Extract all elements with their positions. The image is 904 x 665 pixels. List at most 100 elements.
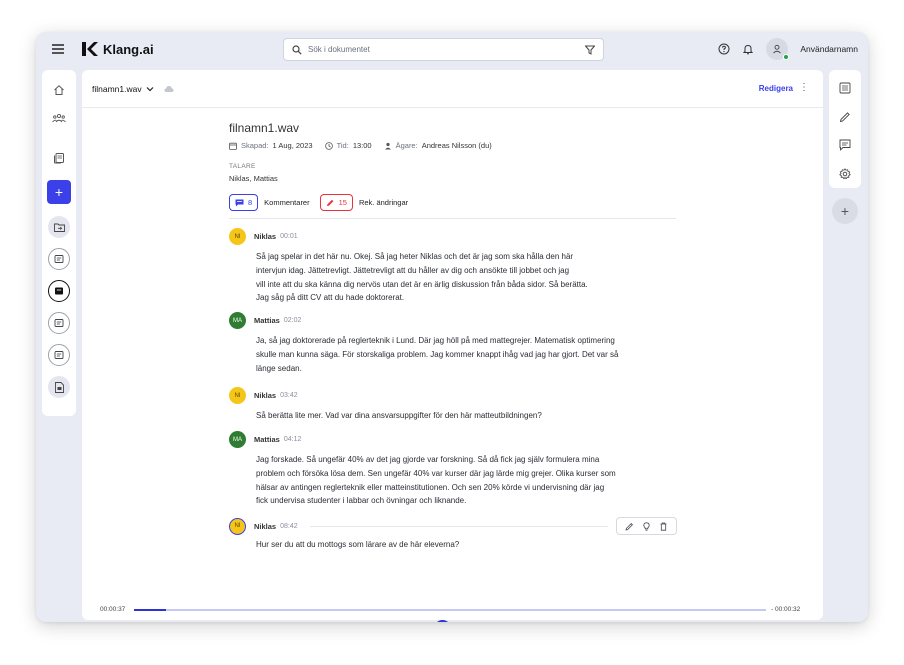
text-line: Hur ser du att du mottogs som lärare av … <box>256 540 460 549</box>
file-export-button[interactable] <box>48 376 70 398</box>
segment-header: NI Niklas 03:42 <box>229 387 689 404</box>
home-icon[interactable] <box>49 80 69 100</box>
avatar[interactable] <box>766 38 790 60</box>
person-icon <box>384 142 391 149</box>
document-icon <box>54 351 64 359</box>
segment-header: NI Niklas 00:01 <box>229 228 689 245</box>
created-time: Tid: 13:00 <box>324 141 372 150</box>
segment-header: MA Mattias 04:12 <box>229 431 689 448</box>
playback-progress[interactable] <box>134 609 766 611</box>
list-view-icon[interactable] <box>839 82 851 94</box>
add-panel-button[interactable]: + <box>832 198 858 224</box>
search-input[interactable]: Sök i dokumentet <box>283 38 604 61</box>
text-line: Ja, så jag doktorerade på reglerteknik i… <box>256 336 615 345</box>
speaker-avatar: MA <box>229 312 246 329</box>
filename-label: filnamn1.wav <box>92 84 142 94</box>
speaker-name[interactable]: Mattias <box>254 316 280 325</box>
segment-text[interactable]: Jag forskade. Så ungefär 40% av det jag … <box>256 453 689 508</box>
filter-icon[interactable] <box>585 45 595 55</box>
speakers-label: TALARE <box>229 163 256 170</box>
document-panel: filnamn1.wav Redigera ⋮ filnamn1.wav Ska… <box>82 70 823 622</box>
document-header: filnamn1.wav Redigera ⋮ <box>82 70 823 108</box>
new-document-button[interactable]: + <box>47 180 71 204</box>
changes-label[interactable]: Rek. ändringar <box>359 198 408 207</box>
comment-icon <box>235 199 244 206</box>
comments-label[interactable]: Kommentarer <box>264 198 309 207</box>
recent-document-2-active[interactable] <box>48 280 70 302</box>
pencil-icon <box>326 199 334 206</box>
transcript-segment[interactable]: NI Niklas 03:42 Så berätta lite mer. Vad… <box>229 387 689 423</box>
speaker-name[interactable]: Niklas <box>254 391 276 400</box>
speaker-name[interactable]: Niklas <box>254 232 276 241</box>
online-status-dot <box>783 54 790 60</box>
text-line: länge sedan. <box>256 363 302 373</box>
segment-text[interactable]: Så jag spelar in det här nu. Okej. Så ja… <box>256 250 689 305</box>
play-button[interactable] <box>434 620 451 622</box>
right-sidebar <box>829 70 861 188</box>
documents-icon[interactable] <box>49 148 69 168</box>
owner: Ägare: Andreas Nilsson (du) <box>384 141 492 150</box>
folder-import-button[interactable] <box>48 216 70 238</box>
edit-pencil-icon[interactable] <box>625 522 634 531</box>
bell-icon[interactable] <box>742 43 754 55</box>
comment-icon[interactable] <box>839 139 851 151</box>
segment-timestamp[interactable]: 04:12 <box>284 436 302 443</box>
left-sidebar: + <box>42 70 76 416</box>
time-label: Tid: <box>336 141 349 150</box>
elapsed-time: 00:00:37 <box>100 606 126 613</box>
recent-document-1[interactable] <box>48 248 70 270</box>
recent-document-4[interactable] <box>48 344 70 366</box>
owner-value: Andreas Nilsson (du) <box>421 141 492 150</box>
clock-icon <box>324 141 333 150</box>
document-icon <box>54 319 64 327</box>
segment-text[interactable]: Så berätta lite mer. Vad var dina ansvar… <box>256 409 689 423</box>
file-icon <box>54 381 64 393</box>
recent-document-3[interactable] <box>48 312 70 334</box>
segment-timestamp[interactable]: 03:42 <box>280 392 298 399</box>
trash-icon[interactable] <box>659 522 668 531</box>
segment-text[interactable]: Ja, så jag doktorerade på reglerteknik i… <box>256 334 689 375</box>
edit-button[interactable]: Redigera <box>759 84 793 93</box>
text-line: Så berätta lite mer. Vad var dina ansvar… <box>256 411 542 420</box>
lightbulb-icon[interactable] <box>642 521 651 531</box>
speaker-name[interactable]: Mattias <box>254 435 280 444</box>
speaker-name[interactable]: Niklas <box>254 522 276 531</box>
transcript-segment[interactable]: MA Mattias 02:02 Ja, så jag doktorerade … <box>229 312 689 375</box>
segment-text[interactable]: Hur ser du att du mottogs som lärare av … <box>256 538 677 552</box>
folder-icon <box>53 223 65 232</box>
logo[interactable]: Klang.ai <box>82 41 154 57</box>
text-line: hälsar av antingen reglerteknik eller ma… <box>256 482 605 492</box>
text-line: intervjun idag. Jättetrevligt. Jättetrev… <box>256 265 570 275</box>
menu-icon[interactable] <box>52 44 64 54</box>
team-icon[interactable] <box>49 108 69 128</box>
top-right-controls: Användarnamn <box>718 38 858 60</box>
speakers-list: Niklas, Mattias <box>229 174 278 183</box>
created-value: 1 Aug, 2023 <box>272 141 313 150</box>
segment-timestamp[interactable]: 02:02 <box>284 317 302 324</box>
chevron-down-icon <box>146 87 154 92</box>
gear-icon[interactable] <box>839 168 851 180</box>
more-options-icon[interactable]: ⋮ <box>799 82 809 93</box>
pencil-icon[interactable] <box>839 111 851 123</box>
search-icon <box>292 44 302 55</box>
help-icon[interactable] <box>718 43 730 55</box>
speaker-avatar: NI <box>229 387 246 404</box>
calendar-icon <box>229 142 237 150</box>
comments-chip[interactable]: 8 <box>229 194 259 211</box>
user-icon <box>773 44 782 54</box>
segment-header: NI Niklas 08:42 <box>229 517 677 535</box>
transcript-segment[interactable]: MA Mattias 04:12 Jag forskade. Så ungefä… <box>229 431 689 508</box>
speaker-avatar: NI <box>229 517 246 535</box>
top-bar: Klang.ai Sök i dokumentet Användarnamn <box>36 32 868 68</box>
created-date: Skapad: 1 Aug, 2023 <box>229 141 313 150</box>
transcript-segment[interactable]: NI Niklas 00:01 Så jag spelar in det här… <box>229 228 689 305</box>
time-value: 13:00 <box>352 141 372 150</box>
filename-dropdown[interactable]: filnamn1.wav <box>92 84 174 94</box>
document-title: filnamn1.wav <box>229 121 300 135</box>
segment-timestamp[interactable]: 08:42 <box>280 523 298 530</box>
user-name[interactable]: Användarnamn <box>800 44 858 54</box>
transcript-segment-active[interactable]: NI Niklas 08:42 Hur ser du att du mottog… <box>229 517 677 552</box>
segment-timestamp[interactable]: 00:01 <box>280 233 298 240</box>
player-controls: 5 1x <box>390 620 511 622</box>
changes-chip[interactable]: 15 <box>319 194 353 211</box>
